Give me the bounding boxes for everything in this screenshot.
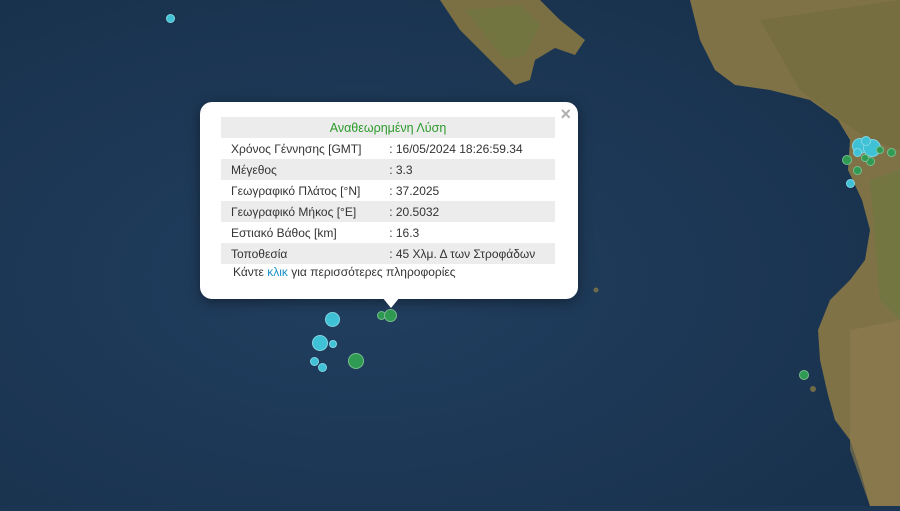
- info-value: : 3.3: [379, 159, 555, 180]
- earthquake-marker[interactable]: [852, 147, 862, 157]
- earthquake-marker[interactable]: [312, 335, 328, 351]
- earthquake-info-table: Αναθεωρημένη Λύση Χρόνος Γέννησης [GMT] …: [221, 117, 555, 264]
- earthquake-marker[interactable]: [861, 154, 869, 162]
- info-label: Χρόνος Γέννησης [GMT]: [231, 141, 362, 156]
- more-info-suffix: για περισσότερες πληροφορίες: [291, 265, 456, 279]
- info-row-longitude: Γεωγραφικό Μήκος [°E] : 20.5032: [221, 201, 555, 222]
- earthquake-marker[interactable]: [383, 308, 397, 322]
- more-info-line: Κάντε κλικ για περισσότερες πληροφορίες: [233, 265, 456, 279]
- popup-title: Αναθεωρημένη Λύση: [221, 117, 555, 138]
- info-label: Γεωγραφικό Μήκος [°E]: [221, 201, 380, 222]
- more-info-prefix: Κάντε: [233, 265, 264, 279]
- info-row-time: Χρόνος Γέννησης [GMT] : 16/05/2024 18:26…: [221, 138, 555, 159]
- earthquake-marker[interactable]: [852, 165, 862, 175]
- info-value: : 16.3: [389, 225, 420, 240]
- popup-pointer: [382, 297, 400, 308]
- earthquake-marker[interactable]: [317, 362, 327, 372]
- more-info-link[interactable]: κλικ: [267, 265, 288, 279]
- earthquake-marker[interactable]: [845, 178, 855, 188]
- earthquake-marker[interactable]: [324, 311, 340, 327]
- close-icon[interactable]: ×: [560, 104, 571, 124]
- info-row-latitude: Γεωγραφικό Πλάτος [°N] : 37.2025: [221, 180, 555, 201]
- info-row-location: Τοποθεσία : 45 Χλμ. Δ των Στροφάδων: [221, 243, 555, 264]
- info-value: : 45 Χλμ. Δ των Στροφάδων: [379, 243, 555, 264]
- info-label: Τοποθεσία: [221, 243, 380, 264]
- info-value: : 20.5032: [379, 201, 555, 222]
- info-label: Εστιακό Βάθος [km]: [231, 225, 337, 240]
- earthquake-marker[interactable]: [799, 370, 809, 380]
- earthquake-marker[interactable]: [886, 147, 896, 157]
- earthquake-marker[interactable]: [876, 146, 884, 154]
- earthquake-marker[interactable]: [842, 155, 852, 165]
- info-label: Μέγεθος: [221, 159, 380, 180]
- info-value: : 16/05/2024 18:26:59.34: [389, 141, 523, 156]
- earthquake-marker[interactable]: [861, 136, 871, 146]
- info-value: : 37.2025: [389, 183, 440, 198]
- earthquake-marker[interactable]: [165, 13, 175, 23]
- earthquake-marker[interactable]: [309, 356, 319, 366]
- info-row-magnitude: Μέγεθος : 3.3: [221, 159, 555, 180]
- info-row-depth: Εστιακό Βάθος [km] : 16.3: [221, 222, 555, 243]
- earthquake-info-popup: × Αναθεωρημένη Λύση Χρόνος Γέννησης [GMT…: [200, 102, 578, 299]
- earthquake-marker[interactable]: [329, 340, 337, 348]
- info-label: Γεωγραφικό Πλάτος [°N]: [231, 183, 361, 198]
- earthquake-marker[interactable]: [348, 353, 364, 369]
